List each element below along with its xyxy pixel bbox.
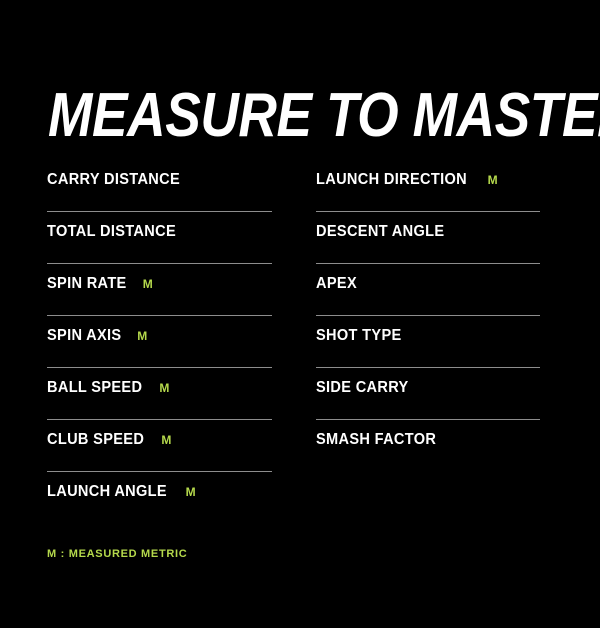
metric-row[interactable]: CARRY DISTANCE — [47, 160, 272, 212]
metric-label: CLUB SPEED — [47, 431, 145, 448]
measured-metric-badge: M — [137, 329, 148, 343]
measured-metric-legend: M : MEASURED METRIC — [47, 548, 188, 560]
metric-row-content: CARRY DISTANCE — [47, 160, 272, 194]
metric-row[interactable]: LAUNCH ANGLE M — [47, 472, 272, 524]
metric-row-content: LAUNCH DIRECTION M — [316, 160, 540, 194]
metric-row[interactable]: DESCENT ANGLE — [316, 212, 540, 264]
metric-row[interactable]: BALL SPEED M — [47, 368, 272, 420]
page-title: MEASURE TO MASTER — [48, 80, 600, 150]
metric-label: SIDE CARRY — [316, 379, 409, 396]
metric-label: LAUNCH DIRECTION — [316, 171, 467, 188]
metric-row-content: CLUB SPEED M — [47, 420, 272, 454]
measured-metric-badge: M — [185, 485, 197, 499]
metric-row-content: BALL SPEED M — [47, 368, 272, 402]
metric-label: SPIN RATE — [47, 275, 127, 292]
metric-row[interactable]: SIDE CARRY — [316, 368, 540, 420]
metrics-column-left: CARRY DISTANCE TOTAL DISTANCE SPIN RATE M SP… — [47, 160, 272, 524]
metric-row-content: SPIN AXIS M — [47, 316, 272, 350]
metric-label: SPIN AXIS — [47, 327, 122, 344]
metric-label: TOTAL DISTANCE — [47, 223, 177, 240]
metric-row-content: APEX — [316, 264, 540, 298]
metric-label: SMASH FACTOR — [316, 431, 437, 448]
metric-row[interactable]: TOTAL DISTANCE — [47, 212, 272, 264]
measure-to-master-panel: MEASURE TO MASTER CARRY DISTANCE TOTAL DI… — [0, 0, 600, 628]
measured-metric-badge: M — [159, 381, 170, 395]
metric-row-content: SHOT TYPE — [316, 316, 540, 350]
metric-row-content: SPIN RATE M — [47, 264, 272, 298]
metric-label: APEX — [316, 275, 357, 292]
metric-row[interactable]: SHOT TYPE — [316, 316, 540, 368]
metric-label: SHOT TYPE — [316, 327, 402, 344]
metric-label: DESCENT ANGLE — [316, 223, 445, 240]
metric-row-content: LAUNCH ANGLE M — [47, 472, 272, 506]
metrics-column-right: LAUNCH DIRECTION M DESCENT ANGLE APEX SHOT T… — [316, 160, 540, 472]
measured-metric-badge: M — [161, 433, 172, 447]
metric-row[interactable]: LAUNCH DIRECTION M — [316, 160, 540, 212]
metric-row[interactable]: SPIN AXIS M — [47, 316, 272, 368]
metric-row[interactable]: SMASH FACTOR — [316, 420, 540, 472]
metric-row[interactable]: SPIN RATE M — [47, 264, 272, 316]
measured-metric-badge: M — [142, 277, 154, 291]
metric-row[interactable]: APEX — [316, 264, 540, 316]
measured-metric-badge: M — [487, 173, 498, 187]
metric-row-content: TOTAL DISTANCE — [47, 212, 272, 246]
metric-label: LAUNCH ANGLE — [47, 483, 167, 500]
metric-row-content: SIDE CARRY — [316, 368, 540, 402]
metric-row-content: SMASH FACTOR — [316, 420, 540, 454]
metric-label: BALL SPEED — [47, 379, 143, 396]
metric-label: CARRY DISTANCE — [47, 171, 181, 188]
metric-row-content: DESCENT ANGLE — [316, 212, 540, 246]
metric-row[interactable]: CLUB SPEED M — [47, 420, 272, 472]
